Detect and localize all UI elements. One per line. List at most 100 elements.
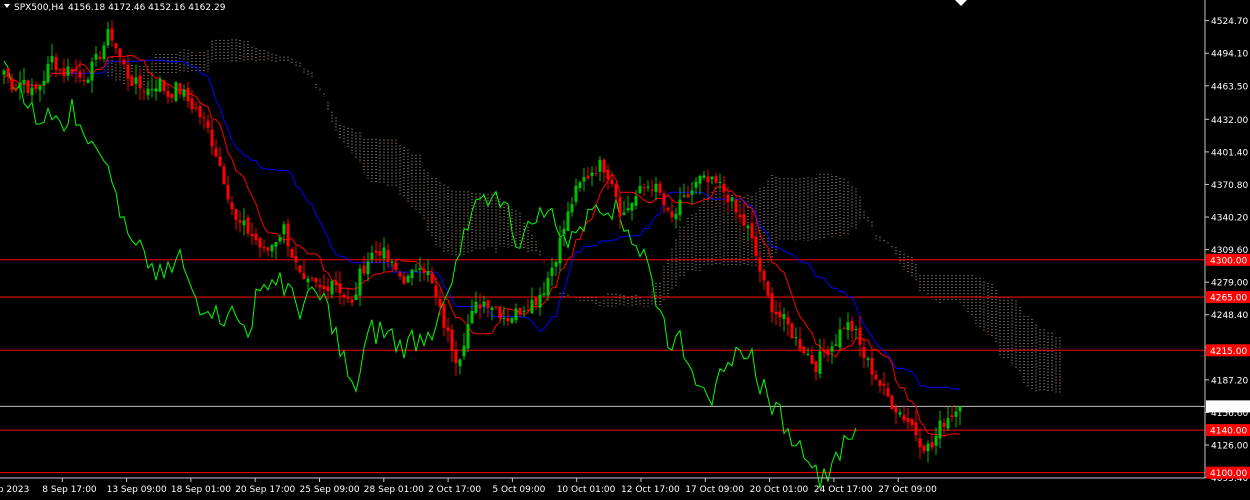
candle-body <box>102 45 106 60</box>
candle-body <box>814 361 818 372</box>
candle-body <box>66 66 70 76</box>
candle-body <box>478 304 482 309</box>
candle-body <box>534 297 538 306</box>
x-tick-label: 12 Oct 17:00 <box>621 485 680 495</box>
candle-body <box>326 286 330 292</box>
y-tick-label: 4524.70 <box>1211 17 1248 27</box>
candle-body <box>318 285 322 288</box>
candle-body <box>674 213 678 220</box>
candle-body <box>506 318 510 322</box>
candle-body <box>734 199 738 213</box>
x-tick-label: 18 Sep 01:00 <box>171 485 231 495</box>
candle-body <box>90 61 94 81</box>
candle-body <box>222 166 226 185</box>
candle-body <box>406 275 410 283</box>
candle-body <box>942 422 946 428</box>
candle-body <box>402 276 406 284</box>
candle-body <box>618 197 622 217</box>
candle-body <box>630 202 634 211</box>
candle-body <box>754 236 758 256</box>
candle-body <box>266 247 270 251</box>
candle-body <box>98 56 102 59</box>
candle-body <box>94 53 98 60</box>
y-tick-label: 4279.00 <box>1211 279 1248 289</box>
candle-body <box>214 148 218 157</box>
y-tick-label: 4494.10 <box>1211 50 1248 60</box>
candle-body <box>922 445 926 452</box>
candle-body <box>946 418 950 429</box>
candle-body <box>634 195 638 206</box>
candle-body <box>242 220 246 226</box>
candle-body <box>722 183 726 193</box>
candle-body <box>442 304 446 328</box>
candle-body <box>826 349 830 355</box>
candle-body <box>578 182 582 188</box>
candle-body <box>58 69 62 71</box>
symbol-label: SPX500,H4 <box>14 3 64 13</box>
x-tick-label: 25 Sep 09:00 <box>300 485 360 495</box>
candle-body <box>22 79 26 84</box>
candle-body <box>638 186 642 194</box>
candle-body <box>154 88 158 92</box>
candle-body <box>138 75 142 89</box>
candle-body <box>690 190 694 195</box>
y-tick-label: 4463.50 <box>1211 82 1248 92</box>
x-tick-label: 6 Sep 2023 <box>0 485 29 495</box>
candle-body <box>226 184 230 200</box>
candle-body <box>234 209 238 220</box>
candle-body <box>190 98 194 110</box>
candle-body <box>694 181 698 188</box>
price-chart[interactable]: 4524.70 4494.10 4463.50 4432.00 4401.40 4370.… <box>0 0 1250 500</box>
candle-body <box>270 244 274 252</box>
x-tick-label: 27 Oct 09:00 <box>878 485 937 495</box>
candle-body <box>670 211 674 218</box>
candle-body <box>642 187 646 189</box>
candle-body <box>18 82 22 89</box>
candle-body <box>870 357 874 375</box>
candle-body <box>510 318 514 323</box>
candle-body <box>390 261 394 263</box>
candle-body <box>554 261 558 267</box>
candle-body <box>198 106 202 118</box>
candle-body <box>110 28 114 41</box>
candle-body <box>426 271 430 276</box>
candle-body <box>614 184 618 197</box>
candle-body <box>146 88 150 96</box>
candle-body <box>838 329 842 348</box>
candle-body <box>74 69 78 72</box>
candle-body <box>250 234 254 237</box>
level-label: 4140.00 <box>1210 427 1247 437</box>
candle-body <box>62 68 66 76</box>
candle-body <box>898 412 902 415</box>
candle-body <box>254 233 258 241</box>
chart-background <box>0 0 1250 500</box>
candle-body <box>606 169 610 180</box>
candle-body <box>518 307 522 315</box>
candle-body <box>314 278 318 283</box>
y-tick-label: 4340.20 <box>1211 214 1248 224</box>
candle-body <box>610 179 614 185</box>
candle-body <box>930 442 934 448</box>
candle-body <box>574 185 578 202</box>
candle-body <box>346 297 350 299</box>
candle-body <box>658 183 662 193</box>
candle-body <box>166 91 170 97</box>
candle-body <box>114 43 118 49</box>
x-tick-label: 13 Sep 09:00 <box>107 485 167 495</box>
candle-body <box>806 354 810 356</box>
candle-body <box>398 272 402 277</box>
candle-body <box>906 418 910 423</box>
candle-body <box>882 383 886 386</box>
candle-body <box>122 59 126 65</box>
ohlc-values: 4156.18 4172.46 4152.16 4162.29 <box>68 3 226 13</box>
candle-body <box>822 349 826 352</box>
candle-body <box>134 77 138 84</box>
candle-body <box>958 406 962 412</box>
x-tick-label: 2 Oct 17:00 <box>428 485 481 495</box>
candle-body <box>858 327 862 345</box>
candle-body <box>886 388 890 397</box>
candle-body <box>550 267 554 276</box>
candle-body <box>298 265 302 272</box>
candle-body <box>182 89 186 97</box>
candle-body <box>342 294 346 297</box>
